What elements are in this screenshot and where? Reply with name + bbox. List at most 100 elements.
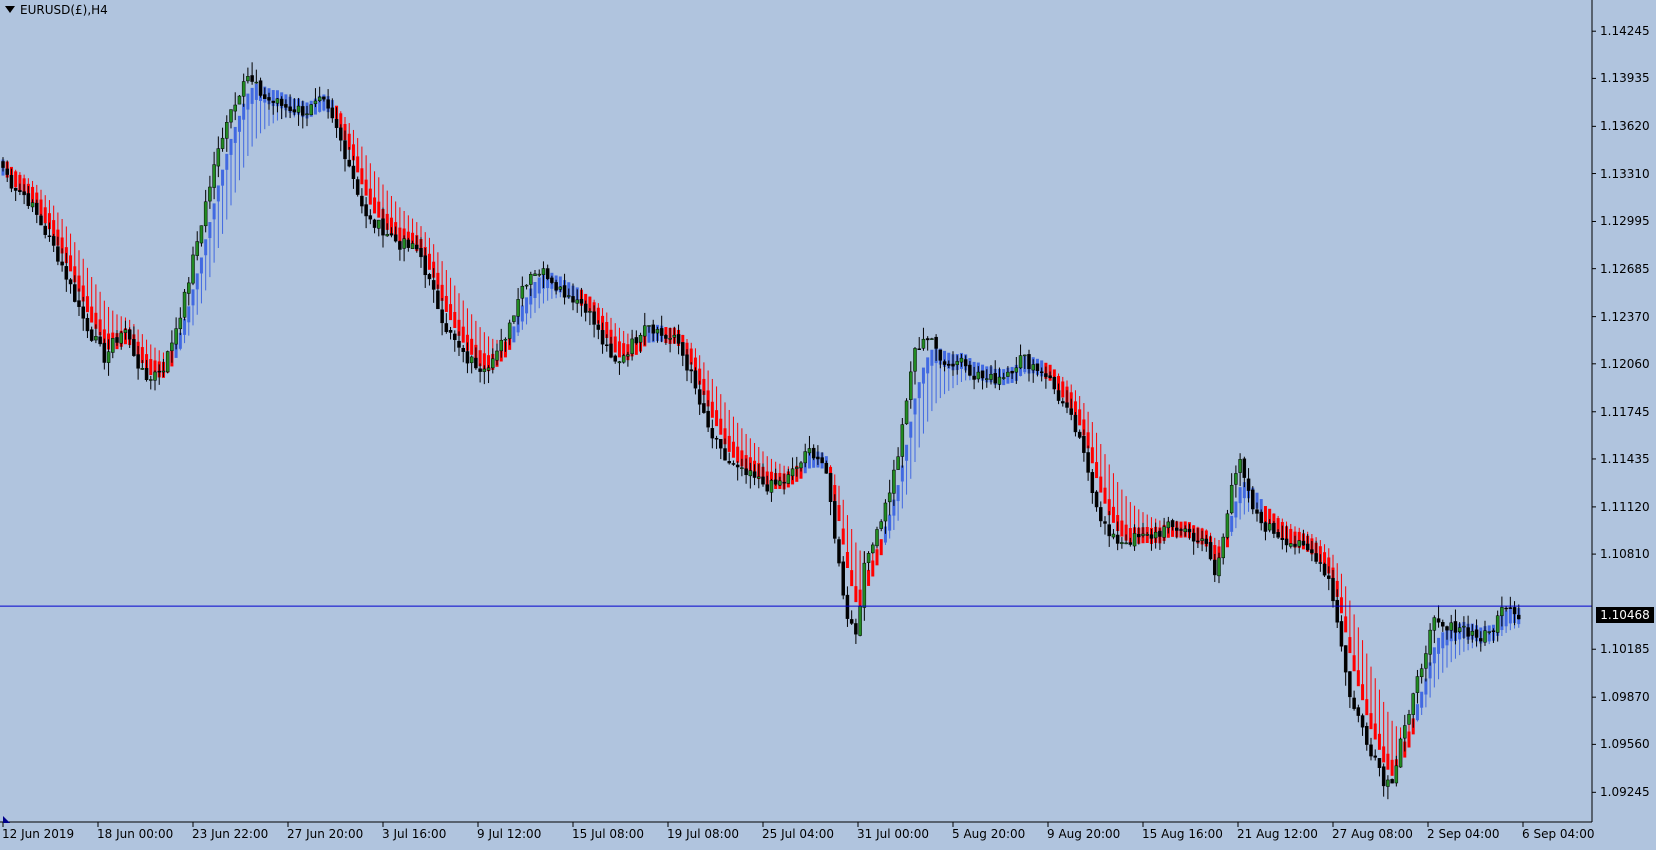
candle-body [482,368,487,372]
candle-body [778,480,782,486]
candle-body [1191,532,1196,542]
candle-body [664,335,668,339]
candle-body [461,347,465,352]
candle-body [782,481,786,484]
candle-body [605,344,609,346]
candle-body [136,354,140,369]
candle-body [225,122,229,139]
scroll-marker-icon[interactable] [3,816,10,823]
dropdown-arrow-icon[interactable] [5,6,15,13]
price-tick-label: 1.12060 [1600,356,1650,371]
candle-body [799,462,803,469]
candle-body [1356,707,1361,716]
candle-body [1229,484,1234,514]
candle-body [702,403,706,413]
chart-title[interactable]: EURUSD(£),H4 [5,3,108,17]
candle-body [98,336,102,345]
candle-body [132,339,136,356]
candle-body [1339,621,1344,647]
candle-body [1445,626,1449,631]
candle-body [1179,529,1183,531]
candle-body [985,378,989,380]
candle-body [305,113,309,116]
ma-ribbon [1,83,1521,776]
time-tick-label: 15 Aug 16:00 [1142,827,1223,841]
candle-body [1327,575,1331,579]
candle-body [381,218,385,236]
candle-body [1411,693,1415,715]
candle-body [1381,766,1386,787]
candle-body [875,529,879,547]
time-tick-label: 23 Jun 22:00 [192,827,269,841]
candle-body [613,355,617,362]
candle-body [1301,540,1306,546]
candle-body [94,336,98,341]
candle-body [191,254,195,284]
candle-body [1365,726,1369,745]
candle-body [1394,765,1399,784]
candle-body [1145,534,1149,536]
candle-body [1331,577,1335,602]
candle-body [592,311,596,325]
candle-body [1491,630,1496,632]
candle-body [30,202,35,208]
candle-body [1187,528,1192,533]
chart-canvas[interactable] [0,0,1656,850]
candle-body [127,329,132,340]
candle-body [993,373,997,384]
price-tick-label: 1.14245 [1600,24,1650,39]
chart-window[interactable]: EURUSD(£),H4 1.14245 1.13935 1.13620 1.1331… [0,0,1656,850]
candle-body [537,273,541,276]
time-tick-label: 27 Aug 08:00 [1332,827,1413,841]
candle-body [157,370,161,373]
candle-body [22,191,26,196]
candle-body [1508,607,1513,609]
candle-body [18,190,22,192]
candle-body [997,376,1002,385]
candle-body [1056,390,1061,401]
candle-body [237,95,242,105]
candle-body [1221,536,1225,559]
candle-body [968,364,972,376]
candle-body [474,357,478,369]
candle-body [275,98,280,104]
candle-body [1462,625,1466,628]
candle-body [854,623,858,635]
candle-body [457,340,461,348]
candle-body [453,333,457,340]
candle-body [1373,755,1377,758]
candle-body [1217,557,1221,577]
candle-body [892,469,896,494]
candle-body [229,109,233,123]
candle-body [1251,489,1255,510]
candle-body [520,285,525,299]
candle-body [1010,370,1014,374]
candle-body [1479,638,1483,642]
candle-body [165,351,170,373]
candle-body [119,332,123,344]
candle-body [1149,534,1154,539]
candle-body [524,284,529,287]
price-tick-label: 1.09245 [1600,785,1650,800]
candle-body [617,361,622,364]
candle-body [947,363,951,366]
candle-body [828,473,833,502]
candle-body [102,342,107,363]
candle-body [609,343,613,358]
candle-body [545,268,550,279]
candle-body [1094,491,1099,508]
candle-body [47,235,52,238]
candle-body [719,439,723,449]
candle-body [1280,537,1285,540]
candle-body [13,188,18,191]
candle-body [267,97,271,101]
candle-body [752,471,757,478]
candle-body [972,375,976,380]
candle-body [149,379,153,381]
candle-body [106,351,111,363]
candle-body [111,338,115,353]
candle-body [469,356,474,364]
candle-body [1077,431,1082,438]
candle-body [448,329,453,333]
candle-body [1200,538,1204,541]
